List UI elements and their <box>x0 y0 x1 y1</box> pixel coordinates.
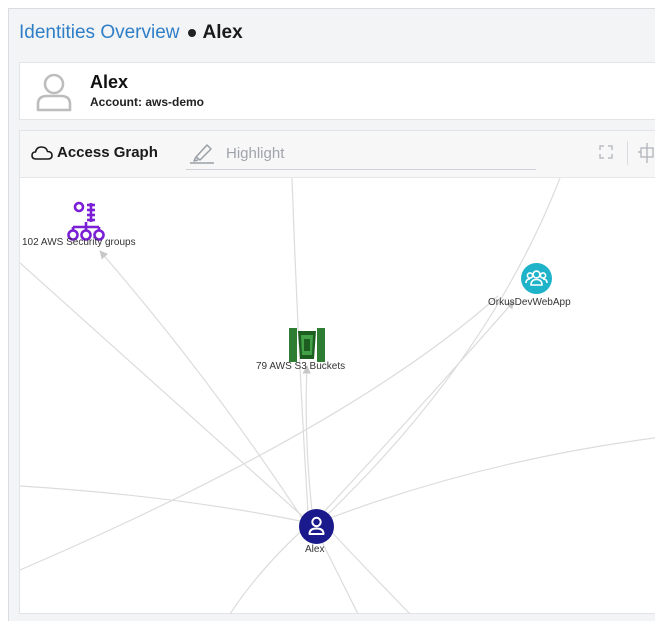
identity-account: Account: aws-demo <box>90 95 205 109</box>
edge-bg-6 <box>329 437 655 519</box>
s3-bucket-node-icon[interactable] <box>287 325 327 365</box>
user-icon <box>308 516 325 535</box>
breadcrumb-current: Alex <box>202 22 243 43</box>
edge-bg-5 <box>325 178 561 517</box>
edge-bg-3 <box>20 295 499 571</box>
webapp-node[interactable] <box>521 263 552 294</box>
edge-bg-7 <box>229 522 311 614</box>
cloud-icon <box>31 145 53 160</box>
access-graph-panel: Access Graph Highlight 102 AWS Security … <box>19 130 655 614</box>
alex-node[interactable] <box>299 509 334 544</box>
highlight-input[interactable] <box>226 144 516 162</box>
edge-bg-1 <box>20 262 311 524</box>
security-group-node-label: 102 AWS Security groups <box>22 237 136 248</box>
breadcrumb: Identities Overview Alex <box>19 22 243 44</box>
edge-alex-security-groups <box>99 250 303 519</box>
fullscreen-icon[interactable] <box>599 145 613 159</box>
export-icon[interactable] <box>637 142 655 164</box>
identity-name: Alex <box>90 72 129 92</box>
user-group-icon <box>525 270 548 286</box>
edge-bg-9 <box>325 525 411 614</box>
tab-access-graph[interactable]: Access Graph <box>31 144 158 161</box>
toolbar-divider <box>627 141 628 165</box>
highlight-field <box>186 137 536 170</box>
alex-node-label: Alex <box>305 544 325 555</box>
breadcrumb-separator-dot <box>187 29 196 37</box>
s3-bucket-node-label: 79 AWS S3 Buckets <box>256 361 346 372</box>
tab-access-graph-label: Access Graph <box>57 144 158 161</box>
webapp-node-label: OrkusDevWebApp <box>488 297 571 308</box>
user-avatar-icon <box>36 73 72 112</box>
breadcrumb-identities-overview-link[interactable]: Identities Overview <box>19 22 180 44</box>
highlighter-icon <box>190 144 214 164</box>
security-group-node-icon[interactable] <box>65 200 107 242</box>
graph-toolbar: Access Graph <box>20 131 655 178</box>
identity-card: Alex Account: aws-demo <box>19 62 655 120</box>
graph-canvas[interactable]: 102 AWS Security groups 79 AWS S3 Bucket… <box>20 178 655 614</box>
edge-alex-webapp <box>321 300 515 515</box>
